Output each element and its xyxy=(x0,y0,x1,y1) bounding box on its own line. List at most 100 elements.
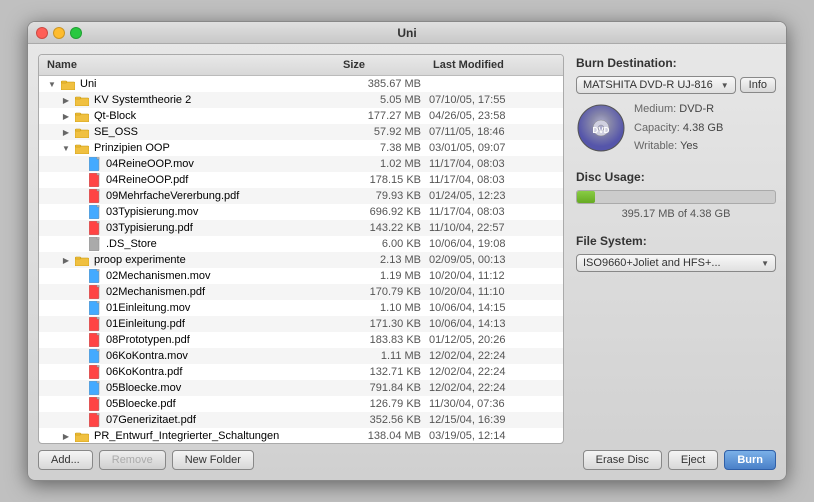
file-size-cell: 2.13 MB xyxy=(339,254,429,266)
file-name-cell: 04ReineOOP.pdf xyxy=(43,173,339,187)
disclosure-triangle-icon[interactable]: ▶ xyxy=(61,431,71,441)
drive-label: MATSHITA DVD-R UJ-816 xyxy=(583,79,713,91)
table-row[interactable]: ▼ Prinzipien OOP 7.38 MB 03/01/05, 09:07 xyxy=(39,140,563,156)
svg-text:DVD: DVD xyxy=(593,126,610,135)
file-date-cell: 11/30/04, 07:36 xyxy=(429,398,559,410)
table-row[interactable]: 03Typisierung.pdf 143.22 KB 11/10/04, 22… xyxy=(39,220,563,236)
file-system-dropdown[interactable]: ISO9660+Joliet and HFS+... ▼ xyxy=(576,254,776,272)
drive-dropdown-row: MATSHITA DVD-R UJ-816 ▼ Info xyxy=(576,76,776,94)
table-row[interactable]: 01Einleitung.mov 1.10 MB 10/06/04, 14:15 xyxy=(39,300,563,316)
dvd-medium: Medium: DVD-R xyxy=(634,100,723,119)
file-name: 07Generizitaet.pdf xyxy=(106,414,196,426)
table-row[interactable]: 06KoKontra.mov 1.11 MB 12/02/04, 22:24 xyxy=(39,348,563,364)
table-row[interactable]: ▶ Qt-Block 177.27 MB 04/26/05, 23:58 xyxy=(39,108,563,124)
file-size-cell: 126.79 KB xyxy=(339,398,429,410)
file-name-cell: 03Typisierung.mov xyxy=(43,205,339,219)
disclosure-triangle-icon[interactable]: ▼ xyxy=(61,143,71,153)
file-date-cell: 12/15/04, 16:39 xyxy=(429,414,559,426)
table-row[interactable]: 02Mechanismen.mov 1.19 MB 10/20/04, 11:1… xyxy=(39,268,563,284)
file-size-cell: 170.79 KB xyxy=(339,286,429,298)
usage-label: 395.17 MB of 4.38 GB xyxy=(576,208,776,220)
left-panel: Name Size Last Modified ▼ Uni 385.67 MB … xyxy=(38,54,564,470)
dvd-details: Medium: DVD-R Capacity: 4.38 GB Writable… xyxy=(634,100,723,156)
table-row[interactable]: 02Mechanismen.pdf 170.79 KB 10/20/04, 11… xyxy=(39,284,563,300)
burn-button[interactable]: Burn xyxy=(724,450,776,470)
table-row[interactable]: ▶ KV Systemtheorie 2 5.05 MB 07/10/05, 1… xyxy=(39,92,563,108)
file-icon xyxy=(89,301,101,315)
table-row[interactable]: ▶ proop experimente 2.13 MB 02/09/05, 00… xyxy=(39,252,563,268)
file-icon xyxy=(89,221,101,235)
file-name: 05Bloecke.mov xyxy=(106,382,181,394)
file-name: Uni xyxy=(80,78,97,90)
table-row[interactable]: 07Generizitaet.pdf 352.56 KB 12/15/04, 1… xyxy=(39,412,563,428)
file-size-cell: 791.84 KB xyxy=(339,382,429,394)
new-folder-button[interactable]: New Folder xyxy=(172,450,254,470)
eject-button[interactable]: Eject xyxy=(668,450,718,470)
disc-usage-section: Disc Usage: 395.17 MB of 4.38 GB xyxy=(576,170,776,220)
table-row[interactable]: 03Typisierung.mov 696.92 KB 11/17/04, 08… xyxy=(39,204,563,220)
file-size-cell: 143.22 KB xyxy=(339,222,429,234)
file-size-cell: 5.05 MB xyxy=(339,94,429,106)
disclosure-triangle-icon[interactable]: ▶ xyxy=(61,95,71,105)
file-size-cell: 1.19 MB xyxy=(339,270,429,282)
file-size-cell: 57.92 MB xyxy=(339,126,429,138)
info-button[interactable]: Info xyxy=(740,77,776,93)
table-row[interactable]: 05Bloecke.pdf 126.79 KB 11/30/04, 07:36 xyxy=(39,396,563,412)
usage-bar-fill xyxy=(577,191,595,203)
file-name-cell: 02Mechanismen.mov xyxy=(43,269,339,283)
table-row[interactable]: 05Bloecke.mov 791.84 KB 12/02/04, 22:24 xyxy=(39,380,563,396)
table-row[interactable]: ▶ PR_Entwurf_Integrierter_Schaltungen 13… xyxy=(39,428,563,442)
drive-dropdown[interactable]: MATSHITA DVD-R UJ-816 ▼ xyxy=(576,76,736,94)
table-row[interactable]: 01Einleitung.pdf 171.30 KB 10/06/04, 14:… xyxy=(39,316,563,332)
file-name-cell: ▼ Uni xyxy=(43,78,339,90)
file-name-cell: 06KoKontra.pdf xyxy=(43,365,339,379)
add-button[interactable]: Add... xyxy=(38,450,93,470)
file-icon xyxy=(89,157,101,171)
table-row[interactable]: 08Prototypen.pdf 183.83 KB 01/12/05, 20:… xyxy=(39,332,563,348)
folder-icon xyxy=(75,255,89,266)
file-name-cell: ▶ KV Systemtheorie 2 xyxy=(43,94,339,106)
disclosure-triangle-icon[interactable]: ▼ xyxy=(47,79,57,89)
file-icon xyxy=(89,173,101,187)
minimize-button[interactable] xyxy=(53,27,65,39)
file-name-cell: 01Einleitung.pdf xyxy=(43,317,339,331)
table-row[interactable]: .DS_Store 6.00 KB 10/06/04, 19:08 xyxy=(39,236,563,252)
folder-icon xyxy=(75,95,89,106)
disclosure-triangle-icon[interactable]: ▶ xyxy=(61,111,71,121)
file-name-cell: 01Einleitung.mov xyxy=(43,301,339,315)
close-button[interactable] xyxy=(36,27,48,39)
table-row[interactable]: 06KoKontra.pdf 132.71 KB 12/02/04, 22:24 xyxy=(39,364,563,380)
erase-disc-button[interactable]: Erase Disc xyxy=(583,450,662,470)
file-size-cell: 1.10 MB xyxy=(339,302,429,314)
file-size-cell: 183.83 KB xyxy=(339,334,429,346)
col-header-size: Size xyxy=(339,57,429,73)
burn-destination-title: Burn Destination: xyxy=(576,56,776,70)
file-name: PR_Entwurf_Integrierter_Schaltungen xyxy=(94,430,279,442)
title-bar: Uni xyxy=(28,22,786,44)
file-name: Prinzipien OOP xyxy=(94,142,170,154)
table-row[interactable]: 04ReineOOP.pdf 178.15 KB 11/17/04, 08:03 xyxy=(39,172,563,188)
dvd-info: DVD Medium: DVD-R Capacity: 4.38 GB Writ… xyxy=(576,100,776,156)
table-row[interactable]: 09MehrfacheVererbung.pdf 79.93 KB 01/24/… xyxy=(39,188,563,204)
file-date-cell: 11/10/04, 22:57 xyxy=(429,222,559,234)
file-name-cell: 02Mechanismen.pdf xyxy=(43,285,339,299)
dropdown-arrow-icon: ▼ xyxy=(721,81,729,90)
file-name: SE_OSS xyxy=(94,126,138,138)
disclosure-triangle-icon[interactable]: ▶ xyxy=(61,255,71,265)
file-list-body[interactable]: ▼ Uni 385.67 MB ▶ KV Systemtheorie 2 5.0… xyxy=(39,76,563,442)
file-name: Qt-Block xyxy=(94,110,136,122)
table-row[interactable]: ▶ SE_OSS 57.92 MB 07/11/05, 18:46 xyxy=(39,124,563,140)
remove-button[interactable]: Remove xyxy=(99,450,166,470)
maximize-button[interactable] xyxy=(70,27,82,39)
file-name: 03Typisierung.mov xyxy=(106,206,198,218)
file-size-cell: 1.02 MB xyxy=(339,158,429,170)
col-header-name: Name xyxy=(43,57,339,73)
file-icon xyxy=(89,205,101,219)
table-row[interactable]: 04ReineOOP.mov 1.02 MB 11/17/04, 08:03 xyxy=(39,156,563,172)
file-name: 06KoKontra.mov xyxy=(106,350,188,362)
file-name: 03Typisierung.pdf xyxy=(106,222,193,234)
file-icon xyxy=(89,317,101,331)
disclosure-triangle-icon[interactable]: ▶ xyxy=(61,127,71,137)
table-row[interactable]: ▼ Uni 385.67 MB xyxy=(39,76,563,92)
file-date-cell: 10/20/04, 11:10 xyxy=(429,286,559,298)
